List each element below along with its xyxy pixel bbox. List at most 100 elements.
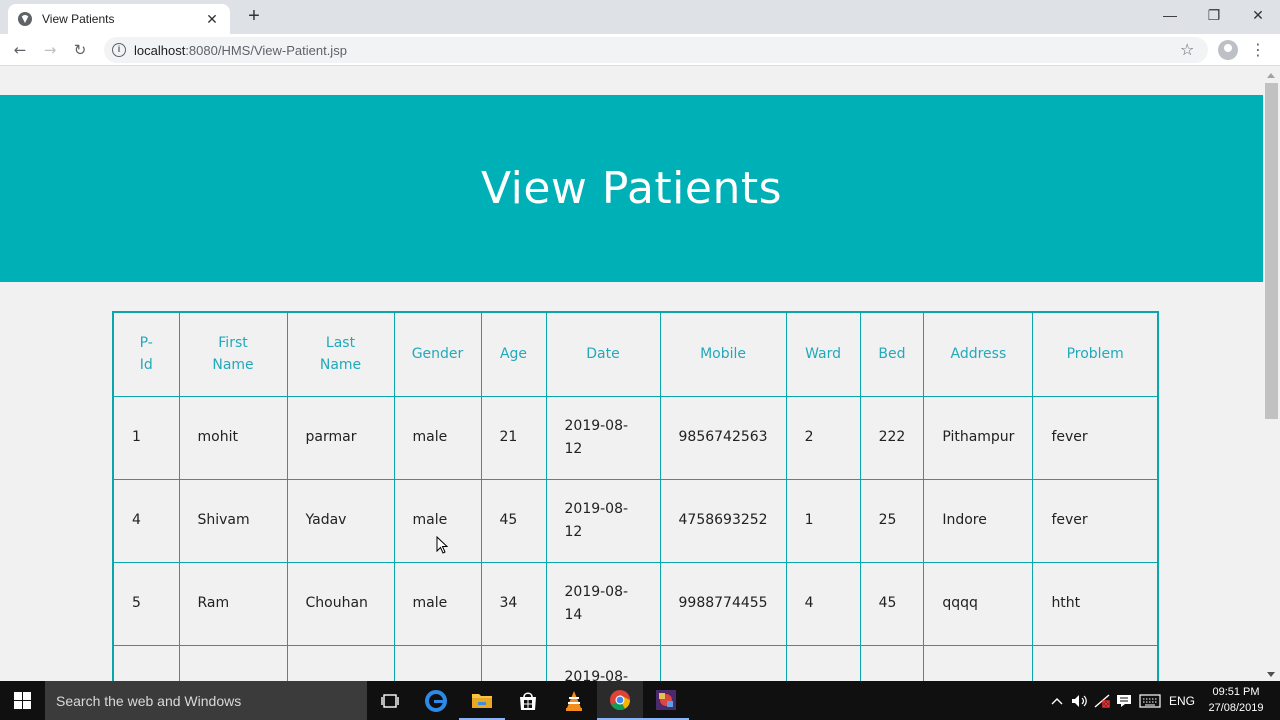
- url-text: localhost:8080/HMS/View-Patient.jsp: [134, 43, 347, 58]
- header-mobile: Mobile: [659, 311, 787, 397]
- reload-button[interactable]: ↻: [70, 40, 90, 60]
- action-center-icon[interactable]: [1114, 681, 1134, 720]
- page-scrollbar[interactable]: [1263, 67, 1280, 681]
- header-pid-line1: P-: [139, 335, 153, 352]
- taskbar-search-placeholder: Search the web and Windows: [56, 692, 242, 709]
- restore-button[interactable]: ❐: [1192, 0, 1236, 30]
- url-host: localhost: [134, 42, 186, 58]
- cell-bed: 25: [859, 478, 925, 563]
- browser-titlebar: View Patients ✕ + — ❐ ✕: [0, 0, 1280, 34]
- language-indicator[interactable]: ENG: [1166, 681, 1198, 720]
- info-icon[interactable]: i: [112, 43, 126, 57]
- cell-bed: 222: [859, 395, 925, 480]
- new-tab-button[interactable]: +: [244, 6, 264, 26]
- cell-age: [480, 644, 547, 681]
- cell-bed: [859, 644, 925, 681]
- keyboard-icon[interactable]: [1137, 681, 1163, 720]
- address-bar[interactable]: i localhost:8080/HMS/View-Patient.jsp: [104, 37, 1208, 63]
- volume-icon[interactable]: [1070, 681, 1090, 720]
- cell-date: 2019-08- 12: [545, 478, 661, 563]
- cell-address: qqqq: [923, 561, 1034, 646]
- tab-title: View Patients: [42, 12, 115, 26]
- windows-taskbar: Search the web and Windows ENG 09:51 PM …: [0, 681, 1280, 720]
- table-row: 2019-08-: [112, 644, 1159, 681]
- cell-ward: 2: [785, 395, 861, 480]
- cell-ward: 4: [785, 561, 861, 646]
- file-explorer-icon[interactable]: [459, 681, 505, 720]
- network-icon[interactable]: [1092, 681, 1112, 720]
- header-age: Age: [480, 311, 547, 397]
- cell-problem: [1032, 644, 1159, 681]
- cell-address: Indore: [923, 478, 1034, 563]
- cell-first-name: Shivam: [178, 478, 288, 563]
- profile-avatar-icon[interactable]: [1218, 40, 1238, 60]
- cell-mobile: 4758693252: [659, 478, 787, 563]
- header-first-name: First Name: [178, 311, 288, 397]
- cell-date: 2019-08- 12: [545, 395, 661, 480]
- header-address: Address: [923, 311, 1034, 397]
- cell-last-name: parmar: [286, 395, 395, 480]
- tab-close-icon[interactable]: ✕: [204, 11, 220, 28]
- cell-pid: 5: [112, 561, 180, 646]
- show-hidden-icons-icon[interactable]: [1048, 681, 1066, 720]
- cell-gender: male: [393, 395, 482, 480]
- cell-last-name: Yadav: [286, 478, 395, 563]
- minimize-button[interactable]: —: [1148, 0, 1192, 30]
- store-icon[interactable]: [505, 681, 551, 720]
- url-path: :8080/HMS/View-Patient.jsp: [185, 42, 347, 58]
- scroll-up-arrow-icon[interactable]: [1267, 73, 1275, 78]
- cell-date: 2019-08- 14: [545, 561, 661, 646]
- cell-problem: fever: [1032, 395, 1159, 480]
- scroll-down-arrow-icon[interactable]: [1267, 672, 1275, 677]
- header-problem: Problem: [1032, 311, 1159, 397]
- edge-browser-icon[interactable]: [413, 681, 459, 720]
- forward-button[interactable]: →: [40, 40, 60, 60]
- bookmark-star-icon[interactable]: ☆: [1180, 40, 1194, 60]
- cell-gender: [393, 644, 482, 681]
- taskbar-clock[interactable]: 09:51 PM 27/08/2019: [1200, 684, 1272, 716]
- header-first-name-line1: First: [218, 335, 248, 352]
- table-header-row: P- Id First Name Last Name Gender Age Date …: [112, 311, 1159, 397]
- task-view-icon[interactable]: [367, 681, 413, 720]
- browser-toolbar: ← → ↻ i localhost:8080/HMS/View-Patient.…: [0, 34, 1280, 66]
- cell-ward: 1: [785, 478, 861, 563]
- chrome-icon[interactable]: [597, 681, 643, 720]
- header-date: Date: [545, 311, 661, 397]
- page-title: View Patients: [480, 163, 783, 214]
- cell-first-name: mohit: [178, 395, 288, 480]
- cell-age: 21: [480, 395, 547, 480]
- cell-mobile: 9988774455: [659, 561, 787, 646]
- close-window-button[interactable]: ✕: [1236, 0, 1280, 30]
- header-pid-line2: Id: [139, 357, 153, 374]
- patients-table: P- Id First Name Last Name Gender Age Date …: [112, 311, 1159, 681]
- vlc-icon[interactable]: [551, 681, 597, 720]
- cell-pid: 4: [112, 478, 180, 563]
- header-ward: Ward: [785, 311, 861, 397]
- cell-mobile: [659, 644, 787, 681]
- mouse-cursor-icon: [436, 535, 449, 558]
- windows-start-icon[interactable]: [14, 692, 31, 709]
- table-row: 1 mohit parmar male 21 2019-08- 12 985674…: [112, 395, 1159, 480]
- tab-view-patients[interactable]: View Patients ✕: [8, 4, 230, 34]
- page-viewport: View Patients P- Id First Name Last Name Ge…: [0, 67, 1263, 681]
- cell-last-name: Chouhan: [286, 561, 395, 646]
- cell-mobile: 9856742563: [659, 395, 787, 480]
- header-first-name-line2: Name: [212, 357, 254, 374]
- header-last-name: Last Name: [286, 311, 395, 397]
- cell-date: 2019-08-: [545, 644, 661, 681]
- taskbar-search-box[interactable]: Search the web and Windows: [45, 681, 367, 720]
- header-gender: Gender: [393, 311, 482, 397]
- globe-icon: [18, 12, 32, 26]
- header-pid: P- Id: [112, 311, 180, 397]
- back-button[interactable]: ←: [10, 40, 30, 60]
- app-icon[interactable]: [643, 681, 689, 720]
- browser-menu-icon[interactable]: ⋮: [1250, 40, 1266, 60]
- cell-pid: 1: [112, 395, 180, 480]
- clock-date: 27/08/2019: [1208, 702, 1264, 714]
- clock-time: 09:51 PM: [1212, 686, 1260, 698]
- cell-pid: [112, 644, 180, 681]
- cell-first-name: [178, 644, 288, 681]
- scroll-thumb[interactable]: [1265, 83, 1278, 419]
- cell-last-name: [286, 644, 395, 681]
- cell-address: Pithampur: [923, 395, 1034, 480]
